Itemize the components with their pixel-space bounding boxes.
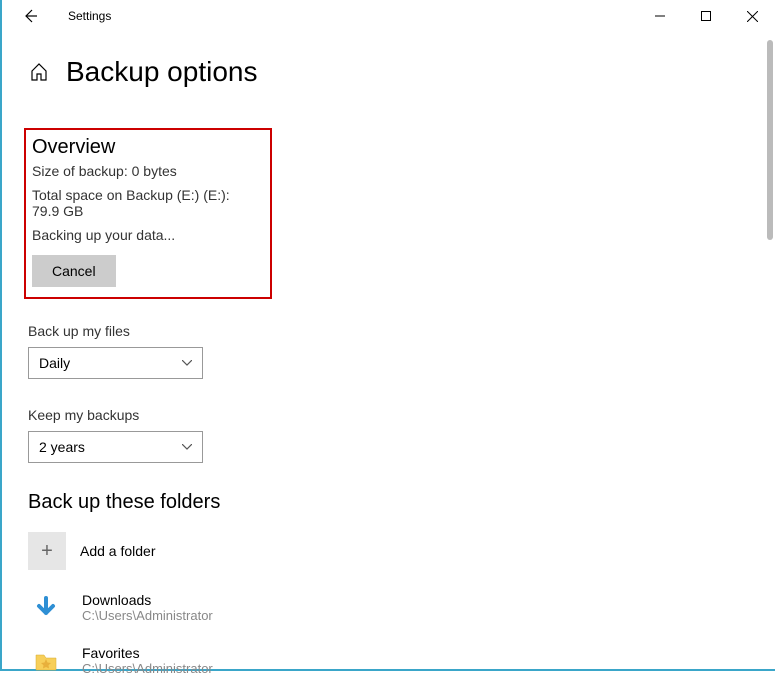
folders-heading: Back up these folders bbox=[28, 491, 775, 514]
close-button[interactable] bbox=[729, 0, 775, 32]
plus-icon: + bbox=[41, 540, 53, 563]
add-folder-button[interactable]: + bbox=[28, 532, 66, 570]
page-title: Backup options bbox=[66, 56, 257, 88]
scrollbar-thumb[interactable] bbox=[767, 40, 773, 240]
minimize-button[interactable] bbox=[637, 0, 683, 32]
cancel-button[interactable]: Cancel bbox=[32, 255, 116, 287]
backup-size-text: Size of backup: 0 bytes bbox=[32, 163, 260, 179]
keep-backups-label: Keep my backups bbox=[28, 407, 775, 423]
maximize-button[interactable] bbox=[683, 0, 729, 32]
backup-frequency-select[interactable]: Daily bbox=[28, 347, 203, 379]
window-title: Settings bbox=[68, 9, 111, 23]
keep-backups-value: 2 years bbox=[39, 439, 85, 455]
content-area: Overview Size of backup: 0 bytes Total s… bbox=[2, 88, 775, 676]
maximize-icon bbox=[701, 11, 711, 21]
overview-section: Overview Size of backup: 0 bytes Total s… bbox=[24, 128, 272, 299]
folder-row-favorites[interactable]: Favorites C:\Users\Administrator bbox=[28, 645, 775, 676]
add-folder-row[interactable]: + Add a folder bbox=[28, 532, 775, 570]
backup-frequency-group: Back up my files Daily bbox=[28, 323, 775, 379]
home-button[interactable] bbox=[28, 61, 50, 83]
home-icon bbox=[29, 62, 49, 82]
folder-path: C:\Users\Administrator bbox=[82, 661, 213, 676]
keep-backups-select[interactable]: 2 years bbox=[28, 431, 203, 463]
total-space-text: Total space on Backup (E:) (E:): 79.9 GB bbox=[32, 187, 260, 219]
back-button[interactable] bbox=[10, 0, 50, 32]
downloads-icon bbox=[32, 594, 60, 622]
chevron-down-icon bbox=[182, 441, 192, 453]
folder-name: Downloads bbox=[82, 592, 213, 608]
chevron-down-icon bbox=[182, 357, 192, 369]
overview-heading: Overview bbox=[32, 136, 260, 159]
page-header: Backup options bbox=[2, 32, 775, 88]
folder-name: Favorites bbox=[82, 645, 213, 661]
keep-backups-group: Keep my backups 2 years bbox=[28, 407, 775, 463]
close-icon bbox=[747, 11, 758, 22]
arrow-left-icon bbox=[22, 8, 38, 24]
folder-path: C:\Users\Administrator bbox=[82, 608, 213, 623]
backup-status-text: Backing up your data... bbox=[32, 227, 260, 243]
backup-frequency-label: Back up my files bbox=[28, 323, 775, 339]
add-folder-label: Add a folder bbox=[80, 543, 156, 559]
backup-frequency-value: Daily bbox=[39, 355, 70, 371]
window-controls bbox=[637, 0, 775, 32]
titlebar: Settings bbox=[2, 0, 775, 32]
minimize-icon bbox=[655, 11, 665, 21]
favorites-icon bbox=[32, 647, 60, 675]
folder-row-downloads[interactable]: Downloads C:\Users\Administrator bbox=[28, 592, 775, 623]
